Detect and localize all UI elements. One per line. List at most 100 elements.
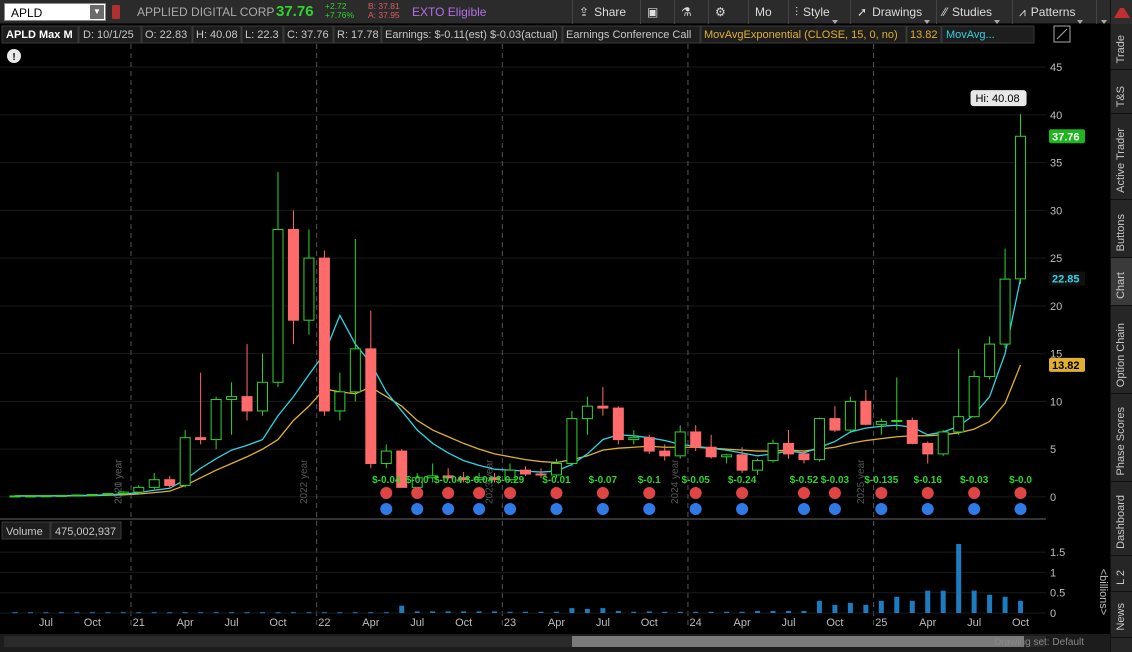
volume-bar (646, 611, 652, 613)
candle-body (659, 450, 671, 457)
camera-icon: ▣ (647, 5, 659, 19)
tab-active-trader[interactable]: Active Trader (1111, 114, 1132, 200)
ask-price: A: 37.95 (368, 10, 400, 20)
time-tick-label: Apr (548, 617, 565, 629)
earnings-report-icon (473, 503, 486, 515)
earnings-label: $-0.24 (728, 475, 757, 486)
earnings-label: $-0.0 (406, 475, 429, 486)
volume-bar (476, 611, 482, 613)
price-tick-label: 5 (1050, 444, 1056, 456)
volume-unit: <billions> (1097, 569, 1109, 615)
earnings-call-icon (968, 487, 981, 499)
volume-bar (600, 608, 606, 613)
time-tick-label: Apr (362, 617, 379, 629)
tab-news[interactable]: News (1111, 592, 1132, 638)
price-tick-label: 45 (1050, 62, 1062, 74)
flag-icon[interactable] (112, 5, 120, 19)
settings-button[interactable]: ⚙ (708, 0, 744, 24)
time-tick-label: Apr (734, 617, 751, 629)
time-tick-label: Jul (225, 617, 239, 629)
earnings-call-icon (828, 487, 841, 499)
header-close: C: 37.76 (287, 29, 329, 41)
tab-trade[interactable]: Trade (1111, 24, 1132, 70)
study-name[interactable]: MovAvgExponential (CLOSE, 15, 0, no) (704, 29, 898, 41)
volume-bar (569, 608, 575, 613)
company-name: APPLIED DIGITAL CORP (137, 5, 275, 19)
patterns-button[interactable]: ⩘ Patterns (1012, 0, 1094, 24)
volume-bar (414, 611, 420, 613)
volume-bar (538, 611, 544, 613)
earnings-report-icon (875, 503, 888, 515)
tab-time-and-sales[interactable]: T&S (1111, 70, 1132, 114)
time-tick-label: Oct (1012, 617, 1029, 629)
symbol-dropdown-icon[interactable]: ▼ (90, 5, 104, 19)
volume-bar (399, 605, 405, 613)
earnings-label: $-0.03 (960, 475, 989, 486)
volume-bar (306, 612, 312, 614)
studies-button[interactable]: ⁄⁄ Studies (936, 0, 1008, 24)
drawing-set-status[interactable]: Drawing set: Default (994, 637, 1084, 648)
volume-bar (352, 612, 358, 614)
candle-body (643, 437, 655, 452)
price-chart[interactable]: APLD Max M D: 10/1/25 O: 22.83 H: 40.08 … (0, 24, 1110, 652)
price-tick-label: 10 (1050, 396, 1062, 408)
earnings-label: $-0.135 (864, 475, 898, 486)
aggregation-button[interactable]: Mo (748, 0, 784, 24)
candle-body (349, 348, 361, 393)
style-button[interactable]: ⫶ Style (788, 0, 846, 24)
earnings-call-icon (736, 487, 749, 499)
price-tick-label: 35 (1050, 158, 1062, 170)
expand-icon-arrow (1056, 28, 1068, 40)
scrollbar-thumb[interactable] (572, 636, 1024, 647)
earnings-report-icon (1014, 503, 1027, 515)
expand-icon[interactable] (1053, 25, 1071, 43)
flask-button[interactable]: ⚗ (674, 0, 704, 24)
volume-bar (430, 611, 436, 613)
last-price-tag: 37.76 (1052, 131, 1080, 143)
candle-body (164, 479, 176, 486)
info-icon[interactable]: ! (7, 49, 21, 63)
earnings-report-icon (797, 503, 810, 515)
candle-body (783, 442, 794, 455)
style-label: Style (803, 5, 830, 19)
volume-grid (0, 551, 1046, 614)
tab-option-chain[interactable]: Option Chain (1111, 306, 1132, 394)
sidebar-toggle[interactable] (1111, 0, 1132, 24)
volume-bar (584, 608, 590, 613)
tab-chart[interactable]: Chart (1111, 258, 1132, 306)
tab-dashboard[interactable]: Dashboard (1111, 482, 1132, 556)
tab-label: Dashboard (1115, 495, 1127, 549)
tab-phase-scores[interactable]: Phase Scores (1111, 394, 1132, 482)
earnings-report-icon (550, 503, 563, 515)
scrollbar[interactable]: Drawing set: Default (0, 634, 1110, 652)
chart-area[interactable]: APLD Max M D: 10/1/25 O: 22.83 H: 40.08 … (0, 24, 1110, 652)
more-button[interactable] (1096, 0, 1110, 24)
time-tick-label: 25 (875, 617, 887, 629)
earnings-call-icon (596, 487, 609, 499)
drawings-button[interactable]: ➚ Drawings (850, 0, 932, 24)
volume-bar (971, 590, 977, 613)
tab-level-2[interactable]: L 2 (1111, 556, 1132, 592)
earnings-call-icon (921, 487, 934, 499)
time-axis[interactable]: Jul Oct 21 Apr Jul Oct 22 Apr Jul Oct 23 Apr Jul Oct 2… (39, 617, 1029, 629)
exto-badge[interactable]: EXTO Eligible (412, 5, 486, 19)
volume-bar (43, 612, 49, 614)
volume-bar (755, 610, 761, 613)
volume-bar (198, 612, 204, 614)
candle-body (117, 491, 129, 495)
header-event: Earnings Conference Call (566, 29, 691, 41)
candle-body (226, 396, 238, 400)
symbol-input[interactable]: APLD ▼ (4, 3, 106, 21)
volume-bar (12, 612, 18, 614)
study2-name[interactable]: MovAvg... (946, 29, 995, 41)
earnings-report-icon (596, 503, 609, 515)
candle-body (767, 442, 779, 462)
candle-body (566, 418, 578, 464)
snapshot-button[interactable]: ▣ (640, 0, 670, 24)
price-tick-label: 20 (1050, 301, 1062, 313)
candle-body (813, 418, 825, 461)
volume-tick-label: 1.5 (1050, 547, 1065, 559)
tab-buttons[interactable]: Buttons (1111, 200, 1132, 258)
share-button[interactable]: ⇪ Share (572, 0, 634, 24)
volume-bar (1018, 600, 1024, 613)
